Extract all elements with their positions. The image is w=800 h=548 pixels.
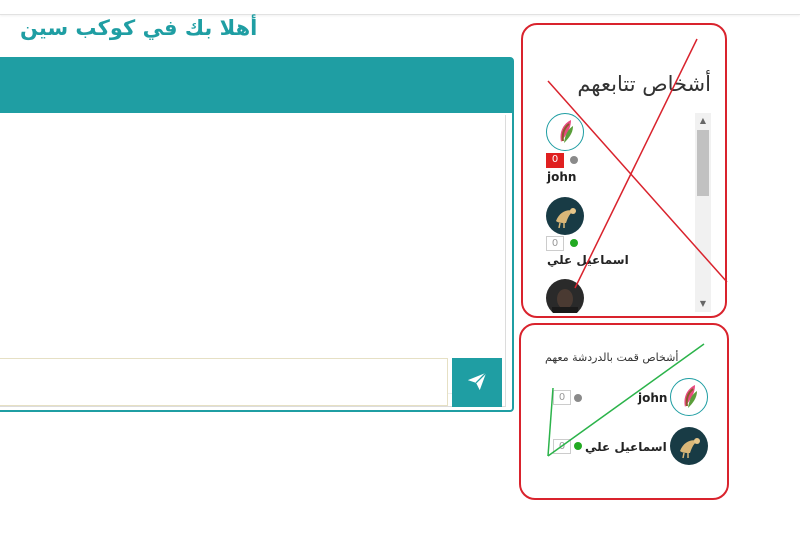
following-title: أشخاص تتابعهم [577, 72, 711, 96]
status-dot-online [574, 442, 582, 450]
welcome-title: أهلا بك في كوكب سين [20, 16, 258, 40]
feather-logo-avatar [670, 378, 708, 416]
photo-avatar [546, 279, 584, 313]
unread-badge: 0 [553, 390, 571, 405]
status-dot-online [570, 239, 578, 247]
feather-logo-avatar [546, 113, 584, 151]
contact-name: john [638, 391, 668, 405]
chat-panel [0, 57, 514, 412]
bird-logo-avatar [546, 197, 584, 235]
unread-badge: 0 [546, 236, 564, 251]
chatted-contact-john[interactable]: 0 john [545, 377, 715, 419]
send-button[interactable] [452, 358, 502, 407]
unread-badge: 0 [546, 153, 564, 168]
scroll-down-arrow-icon[interactable]: ▼ [695, 296, 711, 312]
paper-plane-icon [466, 370, 488, 395]
following-list[interactable]: 0 john 0 اسماعيل علي [545, 113, 711, 313]
message-input[interactable] [0, 358, 448, 406]
bird-logo-avatar [670, 427, 708, 465]
contact-name: اسماعيل علي [547, 253, 629, 267]
scrollbar-thumb[interactable] [697, 130, 709, 196]
contact-name: اسماعيل علي [585, 440, 667, 454]
unread-badge: 0 [553, 439, 571, 454]
following-scrollbar[interactable]: ▲ ▼ [695, 113, 711, 312]
scroll-up-arrow-icon[interactable]: ▲ [695, 113, 711, 129]
following-contact-3[interactable] [545, 279, 685, 313]
following-contact-ismail[interactable]: 0 اسماعيل علي [545, 197, 685, 281]
following-contact-john[interactable]: 0 john [545, 113, 685, 197]
status-dot-offline [570, 156, 578, 164]
chatted-title: أشخاص قمت بالدردشة معهم [545, 351, 679, 364]
top-navbar [0, 0, 800, 15]
contact-name: john [547, 170, 577, 184]
chat-header [0, 59, 512, 113]
status-dot-offline [574, 394, 582, 402]
chatted-contact-ismail[interactable]: 0 اسماعيل علي [545, 426, 715, 468]
